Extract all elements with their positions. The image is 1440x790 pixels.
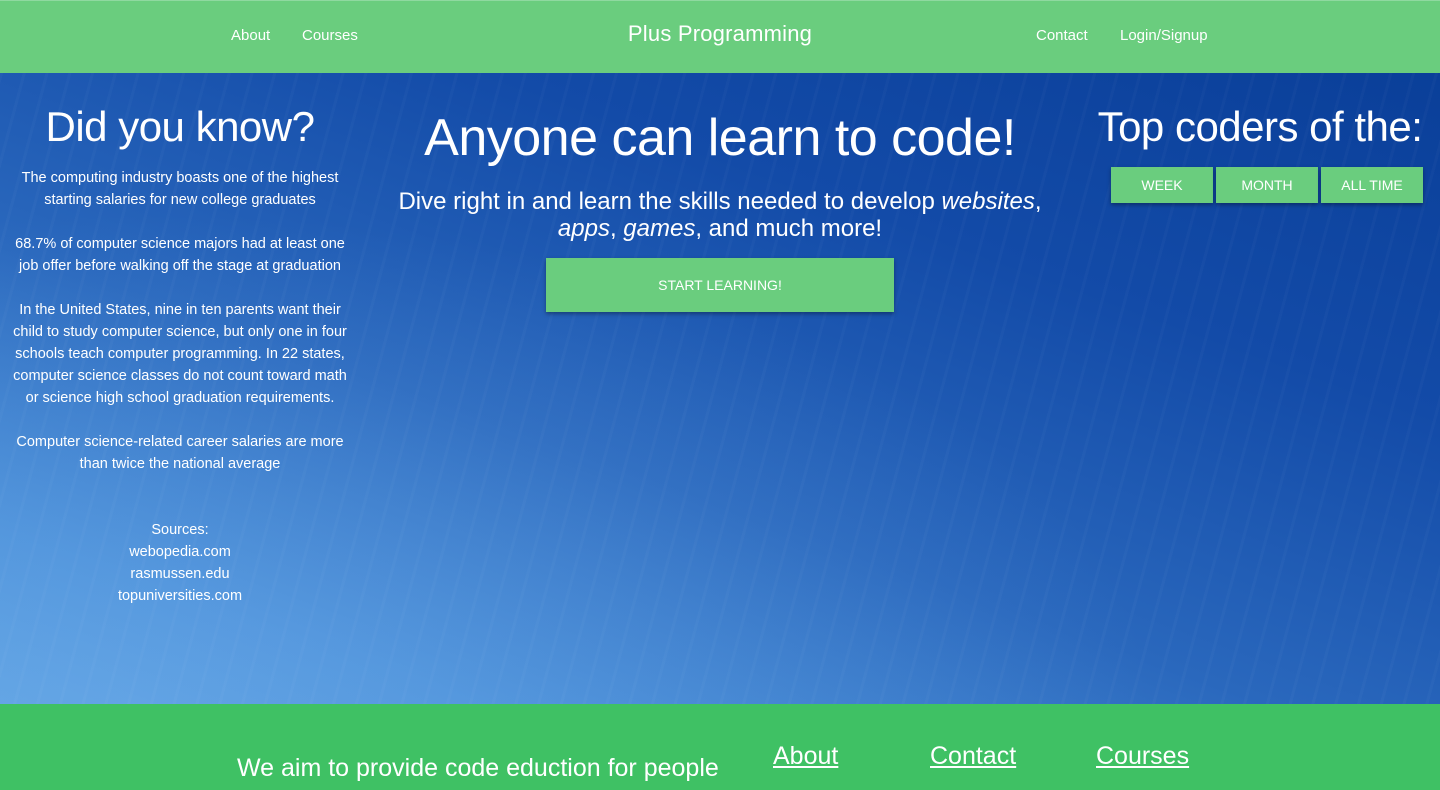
sources-block: Sources: webopedia.com rasmussen.edu top… bbox=[0, 519, 360, 607]
start-learning-button[interactable]: START LEARNING! bbox=[546, 258, 894, 312]
source-item: rasmussen.edu bbox=[130, 566, 230, 582]
hero-center: Anyone can learn to code! Dive right in … bbox=[380, 108, 1060, 312]
source-item: topuniversities.com bbox=[117, 588, 243, 604]
brand-title[interactable]: Plus Programming bbox=[0, 21, 1440, 47]
hero-headline: Anyone can learn to code! bbox=[424, 109, 1016, 167]
did-you-know-panel: Did you know? The computing industry boa… bbox=[0, 103, 360, 607]
period-selector: WEEK MONTH ALL TIME bbox=[1090, 167, 1430, 203]
source-item: webopedia.com bbox=[129, 544, 231, 560]
hero-tagline: Dive right in and learn the skills neede… bbox=[398, 188, 1042, 242]
top-coders-panel: Top coders of the: WEEK MONTH ALL TIME bbox=[1090, 103, 1430, 203]
top-coders-heading: Top coders of the: bbox=[1097, 103, 1423, 150]
footer-link-contact[interactable]: Contact bbox=[930, 742, 1016, 771]
fact-item: Computer science-related career salaries… bbox=[16, 434, 344, 472]
nav-link-login-signup[interactable]: Login/Signup bbox=[1120, 27, 1208, 44]
fact-item: The computing industry boasts one of the… bbox=[21, 170, 339, 208]
sources-label: Sources: bbox=[151, 522, 209, 538]
fact-item: In the United States, nine in ten parent… bbox=[13, 302, 347, 406]
hero-section: Did you know? The computing industry boa… bbox=[0, 73, 1440, 704]
footer: We aim to provide code eduction for peop… bbox=[0, 704, 1440, 790]
footer-link-courses[interactable]: Courses bbox=[1096, 742, 1189, 771]
nav-link-contact[interactable]: Contact bbox=[1036, 27, 1088, 44]
top-navbar: About Courses Plus Programming Contact L… bbox=[0, 0, 1440, 73]
did-you-know-heading: Did you know? bbox=[45, 103, 315, 150]
period-week-button[interactable]: WEEK bbox=[1111, 167, 1213, 203]
footer-link-about[interactable]: About bbox=[773, 742, 838, 771]
page: About Courses Plus Programming Contact L… bbox=[0, 0, 1440, 790]
footer-mission-text: We aim to provide code eduction for peop… bbox=[237, 754, 719, 782]
period-month-button[interactable]: MONTH bbox=[1216, 167, 1318, 203]
fact-item: 68.7% of computer science majors had at … bbox=[15, 236, 345, 274]
period-all-time-button[interactable]: ALL TIME bbox=[1321, 167, 1423, 203]
